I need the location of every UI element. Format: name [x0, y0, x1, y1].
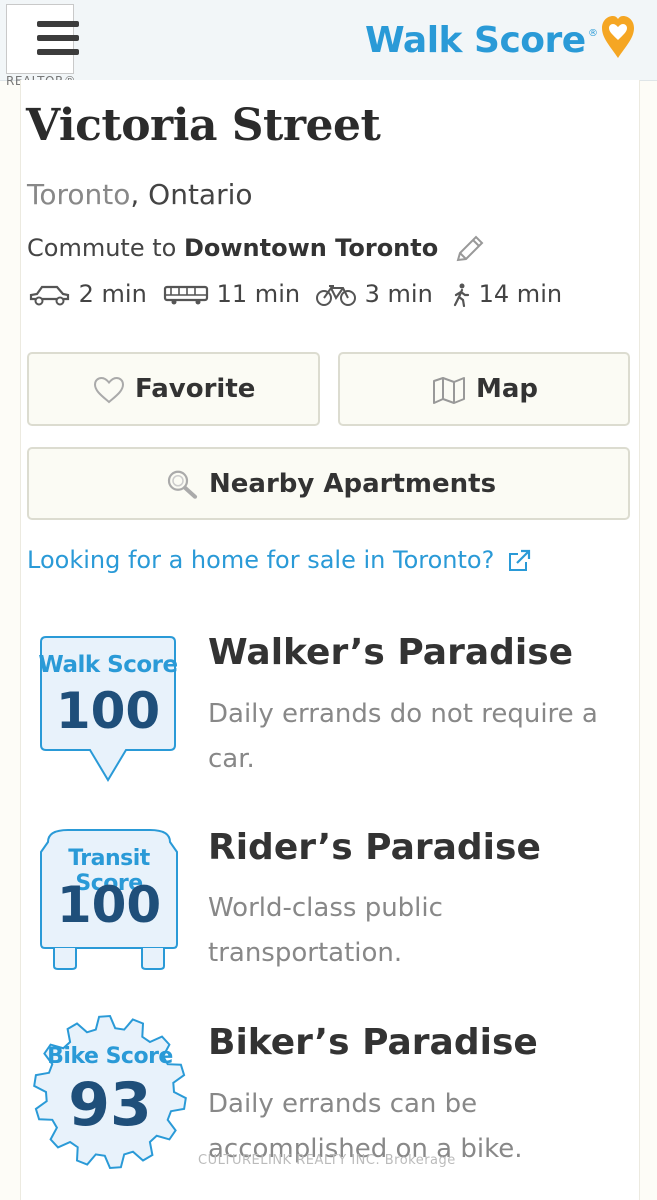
bike-score-badge[interactable]: Bike Score 93 — [30, 1012, 190, 1172]
city-link[interactable]: Toronto — [27, 178, 130, 211]
heart-pin-icon — [600, 14, 636, 64]
walkscore-logo[interactable]: Walk Score — [365, 20, 586, 61]
favorite-button[interactable]: Favorite — [27, 352, 320, 426]
home-for-sale-link[interactable]: Looking for a home for sale in Toronto? — [27, 546, 532, 574]
transit-score-badge[interactable]: Transit Score 100 — [38, 826, 180, 972]
brand-registered-mark: ® — [588, 28, 598, 39]
map-icon — [433, 376, 465, 404]
commute-prefix: Commute to — [27, 234, 184, 262]
walk-score-badge[interactable]: Walk Score 100 — [38, 634, 178, 784]
car-time: 2 min — [27, 280, 147, 308]
location: Toronto, Ontario — [27, 178, 253, 211]
car-icon — [29, 285, 70, 306]
region: , Ontario — [130, 178, 253, 211]
bike-score-heading: Biker’s Paradise — [208, 1022, 538, 1063]
bike-time: 3 min — [315, 280, 433, 308]
walk-score-description: Daily errands do not require a car. — [208, 699, 598, 774]
commute-line: Commute to Downtown Toronto — [27, 234, 438, 262]
transit-score-heading: Rider’s Paradise — [208, 827, 541, 868]
commute-destination[interactable]: Downtown Toronto — [184, 234, 438, 262]
map-button[interactable]: Map — [338, 352, 630, 426]
walk-icon — [453, 283, 470, 308]
watermark: CULTURELINK REALTY INC. Brokerage — [198, 1153, 456, 1168]
bike-icon — [316, 285, 356, 306]
search-icon — [167, 470, 197, 499]
page-title: Victoria Street — [26, 100, 381, 151]
top-bar: REALTOR® Walk Score ® — [0, 0, 657, 88]
menu-button[interactable] — [6, 4, 79, 74]
walk-score-heading: Walker’s Paradise — [208, 632, 574, 673]
external-link-icon — [508, 549, 531, 571]
heart-icon — [93, 376, 125, 403]
walk-time: 14 min — [451, 280, 562, 308]
pencil-icon[interactable] — [454, 234, 486, 268]
transit-score-description: World-class public transportation. — [208, 893, 443, 968]
menu-icon[interactable] — [37, 21, 79, 27]
nearby-apartments-button[interactable]: Nearby Apartments — [27, 447, 630, 520]
bus-time: 11 min — [163, 280, 300, 308]
bus-icon — [163, 285, 209, 305]
